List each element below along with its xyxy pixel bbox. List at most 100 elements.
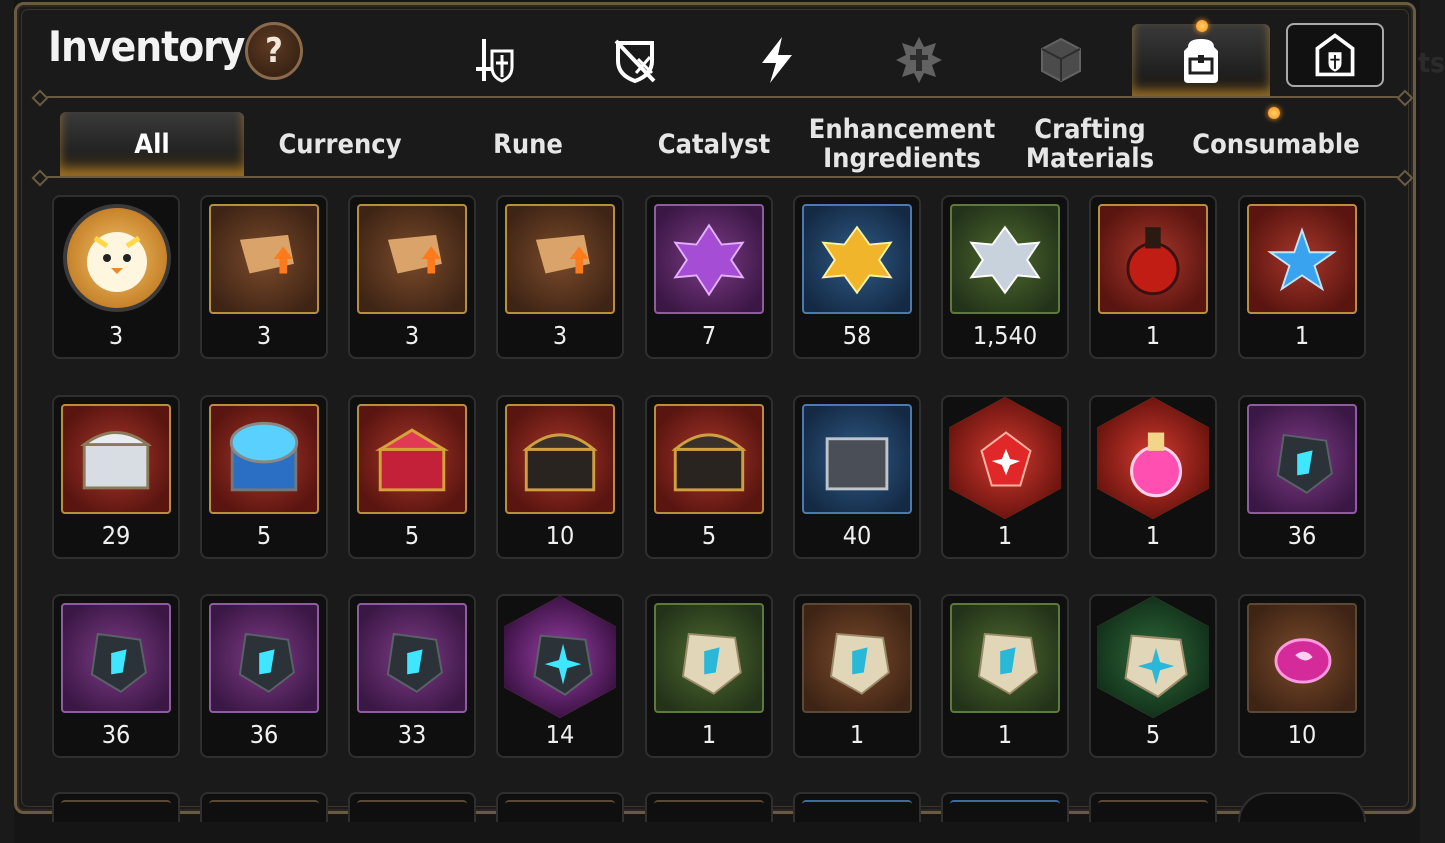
item-frame xyxy=(949,397,1061,519)
tab-emblem[interactable] xyxy=(850,24,988,96)
item-count: 1 xyxy=(997,521,1013,550)
item-count: 5 xyxy=(256,521,272,550)
item-frame xyxy=(950,603,1060,713)
item-frame xyxy=(61,404,171,514)
item-count: 1 xyxy=(1145,321,1161,350)
item-count: 1 xyxy=(701,720,717,749)
item-slot-cyan-rune-helmet[interactable]: 36 xyxy=(52,594,180,758)
item-slot-pink-potion-hex[interactable]: 1 xyxy=(1089,395,1217,559)
item-slot-partial[interactable] xyxy=(200,792,328,822)
item-slot-partial[interactable] xyxy=(793,792,921,822)
item-count: 33 xyxy=(397,720,427,749)
subtab-currency[interactable]: Currency xyxy=(248,112,432,176)
tab-equipment[interactable] xyxy=(424,24,562,96)
subtab-catalyst[interactable]: Catalyst xyxy=(622,112,806,176)
castle-shield-icon xyxy=(1315,33,1355,77)
item-slot-chick-medal[interactable]: 3 xyxy=(52,195,180,359)
item-count: 10 xyxy=(1287,720,1317,749)
storage-button[interactable] xyxy=(1286,23,1384,87)
item-frame xyxy=(1247,204,1357,314)
item-slot-red-ruby-hex[interactable]: 1 xyxy=(941,395,1069,559)
item-slot-partial[interactable] xyxy=(1089,792,1217,822)
item-frame xyxy=(504,596,616,718)
item-frame xyxy=(1097,397,1209,519)
sword-shield-icon xyxy=(476,39,514,83)
tabs-divider xyxy=(42,176,1403,178)
item-slot-partial[interactable] xyxy=(941,792,1069,822)
item-slot-cyan-rune-sword[interactable]: 36 xyxy=(1238,395,1366,559)
tab-skills[interactable] xyxy=(708,24,846,96)
item-slot-scroll-upgrade-gold[interactable]: 3 xyxy=(496,195,624,359)
lightning-icon xyxy=(762,37,792,83)
item-slot-partial[interactable] xyxy=(52,792,180,822)
item-slot-silver-crystal-flower[interactable]: 1,540 xyxy=(941,195,1069,359)
item-frame xyxy=(61,603,171,713)
header-divider xyxy=(42,96,1403,98)
tab-no-armor[interactable] xyxy=(566,24,704,96)
item-count: 5 xyxy=(404,521,420,550)
item-count: 7 xyxy=(701,321,717,350)
no-armor-icon xyxy=(614,39,656,84)
subtab-enhancement-ingredients[interactable]: Enhancement Ingredients xyxy=(809,112,995,176)
item-slot-blue-chest[interactable]: 5 xyxy=(200,395,328,559)
item-slot-stone-rune-helmet[interactable]: 1 xyxy=(793,594,921,758)
item-slot-star-rune-hex[interactable]: 14 xyxy=(496,594,624,758)
item-frame xyxy=(209,603,319,713)
item-slot-stone-star-hex[interactable]: 5 xyxy=(1089,594,1217,758)
subtab-all[interactable]: All xyxy=(60,112,244,176)
tab-inventory[interactable] xyxy=(1132,24,1270,96)
item-slot-partial[interactable] xyxy=(348,792,476,822)
item-frame xyxy=(1247,404,1357,514)
item-slot-black-gold-chest[interactable]: 10 xyxy=(496,395,624,559)
item-slot-scroll-upgrade-red[interactable]: 3 xyxy=(200,195,328,359)
page-title: Inventory xyxy=(48,22,245,71)
item-count: 3 xyxy=(256,321,272,350)
item-count: 10 xyxy=(545,521,575,550)
item-count: 3 xyxy=(552,321,568,350)
item-slot-silver-chest[interactable]: 29 xyxy=(52,395,180,559)
item-slot-partial[interactable] xyxy=(645,792,773,822)
item-frame xyxy=(357,404,467,514)
item-count: 36 xyxy=(249,720,279,749)
tab-materials[interactable] xyxy=(992,24,1130,96)
item-frame xyxy=(357,603,467,713)
item-slot-red-potion-flask[interactable]: 1 xyxy=(1089,195,1217,359)
item-frame xyxy=(654,603,764,713)
item-count: 1 xyxy=(1294,321,1310,350)
subtab-rune[interactable]: Rune xyxy=(436,112,620,176)
cube-icon xyxy=(1041,37,1081,83)
item-frame xyxy=(1247,603,1357,713)
item-slot-partial[interactable] xyxy=(496,792,624,822)
item-slot-dark-silver-chest[interactable]: 40 xyxy=(793,395,921,559)
backpack-icon xyxy=(1184,39,1218,83)
item-count: 1 xyxy=(997,720,1013,749)
item-slot-cyan-rune-boots[interactable]: 33 xyxy=(348,594,476,758)
item-slot-stone-rune-boots[interactable]: 1 xyxy=(941,594,1069,758)
help-button[interactable]: ? xyxy=(245,22,303,80)
item-frame xyxy=(357,204,467,314)
item-slot-partial[interactable] xyxy=(1238,792,1366,822)
item-frame xyxy=(209,404,319,514)
notification-dot xyxy=(1268,107,1280,119)
item-slot-purple-crystal-flower[interactable]: 7 xyxy=(645,195,773,359)
item-count: 29 xyxy=(101,521,131,550)
item-frame xyxy=(950,204,1060,314)
item-slot-gold-crystal-flower[interactable]: 58 xyxy=(793,195,921,359)
item-frame xyxy=(1098,204,1208,314)
item-count: 58 xyxy=(842,321,872,350)
item-frame xyxy=(63,204,171,312)
item-slot-cyan-rune-armor[interactable]: 36 xyxy=(200,594,328,758)
background-ghost-text: ts xyxy=(1418,46,1445,79)
item-count: 40 xyxy=(842,521,872,550)
item-slot-stone-rune-sword[interactable]: 1 xyxy=(645,594,773,758)
subtab-crafting-materials[interactable]: Crafting Materials xyxy=(998,112,1182,176)
item-count: 1,540 xyxy=(972,321,1038,350)
item-slot-pink-gem[interactable]: 10 xyxy=(1238,594,1366,758)
item-frame xyxy=(654,404,764,514)
item-slot-black-gold-chest-2[interactable]: 5 xyxy=(645,395,773,559)
item-frame xyxy=(802,404,912,514)
subtab-consumable[interactable]: Consumable xyxy=(1184,112,1368,176)
item-slot-red-chest[interactable]: 5 xyxy=(348,395,476,559)
item-slot-blue-star-potion[interactable]: 1 xyxy=(1238,195,1366,359)
item-slot-scroll-upgrade-rainbow[interactable]: 3 xyxy=(348,195,476,359)
